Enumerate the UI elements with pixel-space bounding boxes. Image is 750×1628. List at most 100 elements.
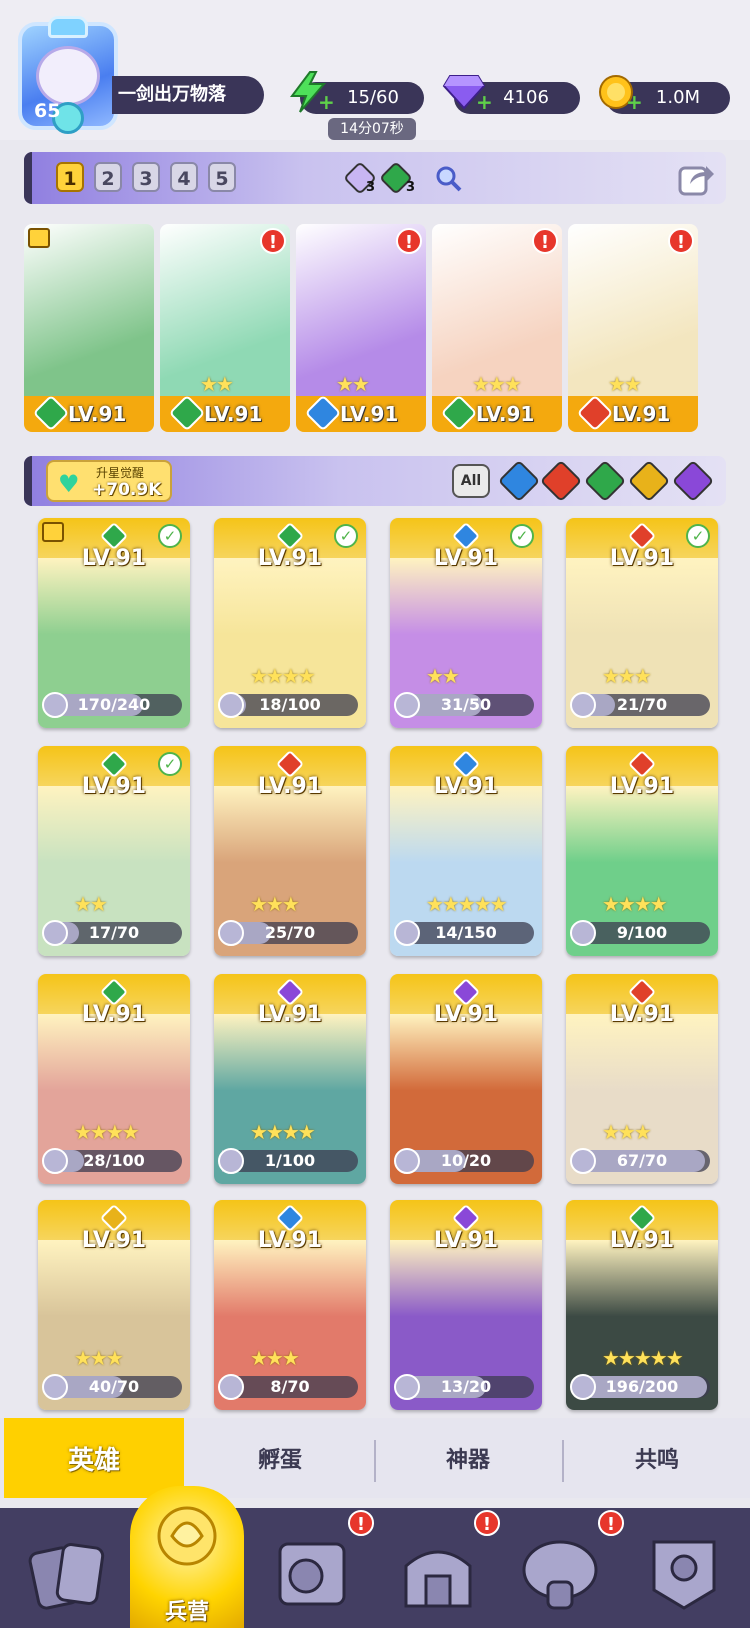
add-energy-icon[interactable]: + <box>318 92 335 112</box>
hero-card[interactable]: ✓ LV.91 ★★★ 21/70 <box>566 518 718 728</box>
check-icon: ✓ <box>334 524 358 548</box>
map-icon[interactable] <box>268 1532 356 1616</box>
hero-level: LV.91 <box>609 1002 675 1027</box>
hero-card[interactable]: ✓ LV.91 ★★ 17/70 <box>38 746 190 956</box>
shard-icon <box>42 1148 68 1174</box>
team-slot-5[interactable]: 5 <box>208 162 236 192</box>
temple-icon[interactable] <box>394 1532 482 1616</box>
player-name[interactable]: 一剑出万物落 <box>112 76 264 114</box>
shard-icon <box>218 920 244 946</box>
check-icon: ✓ <box>686 524 710 548</box>
tab-heroes[interactable]: 英雄 <box>4 1418 184 1498</box>
filter-light-icon[interactable] <box>627 459 671 503</box>
hero-card[interactable]: ✓ LV.91 ★★★★ 18/100 <box>214 518 366 728</box>
star-rating: ★★★ <box>250 892 300 916</box>
star-rating: ★★ <box>74 892 108 916</box>
hero-card[interactable]: LV.91 ★★★★ 28/100 <box>38 974 190 1184</box>
heart-icon: ♥ <box>58 470 80 498</box>
add-coin-icon[interactable]: + <box>626 92 643 112</box>
team-lineup: LV.91 LV.91 ★★! LV.91 ★★! LV.91 ★★★! LV.91 ★★! <box>24 224 724 432</box>
cards-icon[interactable] <box>24 1532 112 1616</box>
mushroom-icon[interactable] <box>516 1532 604 1616</box>
hero-card[interactable]: LV.91 ★★★★★ 14/150 <box>390 746 542 956</box>
star-rating: ★★★★ <box>74 1120 140 1144</box>
star-rating: ★★★★★ <box>426 892 508 916</box>
shard-icon <box>394 1148 420 1174</box>
hero-card[interactable]: ✓ LV.91 170/240 <box>38 518 190 728</box>
hero-card[interactable]: LV.91 10/20 <box>390 974 542 1184</box>
share-icon[interactable] <box>676 158 716 198</box>
hero-level: LV.91 <box>433 546 499 571</box>
filter-nature-icon[interactable] <box>583 459 627 503</box>
team-slot-4[interactable]: 4 <box>170 162 198 192</box>
awakening-button[interactable]: ♥ 升星觉醒 +70.9K <box>46 460 172 502</box>
hero-card[interactable]: LV.91 ★★★ 8/70 <box>214 1200 366 1410</box>
awakening-value: +70.9K <box>92 480 162 500</box>
filter-dark-icon[interactable] <box>671 459 715 503</box>
hero-level: LV.91 <box>257 774 323 799</box>
tab-artifact[interactable]: 神器 <box>376 1418 560 1498</box>
hero-level: LV.91 <box>257 1002 323 1027</box>
guild-banner-icon[interactable] <box>640 1532 728 1616</box>
hero-card[interactable]: LV.91 ★★★★★ 196/200 <box>566 1200 718 1410</box>
add-gem-icon[interactable]: + <box>476 92 493 112</box>
search-icon[interactable] <box>434 164 464 194</box>
hero-level: LV.91 <box>609 1228 675 1253</box>
shard-icon <box>42 1374 68 1400</box>
star-rating: ★★★★★ <box>602 1346 684 1370</box>
lineup-hero-card[interactable]: LV.91 ★★! <box>296 224 426 432</box>
team-slot-2[interactable]: 2 <box>94 162 122 192</box>
hero-card[interactable]: LV.91 ★★★★ 9/100 <box>566 746 718 956</box>
energy-value: 15/60 <box>347 87 399 108</box>
awakening-label: 升星觉醒 <box>96 466 145 480</box>
nav-barracks-label: 兵营 <box>164 1600 209 1625</box>
green-count: 3 <box>406 180 416 195</box>
shard-icon <box>42 692 68 718</box>
nav-barracks[interactable]: 兵营 <box>130 1486 244 1628</box>
team-slot-3[interactable]: 3 <box>132 162 160 192</box>
shard-icon <box>570 692 596 718</box>
shard-icon <box>394 692 420 718</box>
lineup-hero-card[interactable]: LV.91 ★★★! <box>432 224 562 432</box>
alert-badge-icon: ! <box>348 1510 374 1536</box>
top-bar: 65 一剑出万物落 15/60 + 14分07秒 4106 + 1.0M + <box>0 0 750 140</box>
star-rating: ★★★ <box>602 1120 652 1144</box>
lineup-hero-card[interactable]: LV.91 <box>24 224 154 432</box>
star-rating: ★★★★ <box>602 892 668 916</box>
hero-level: LV.91 <box>204 402 263 426</box>
alert-badge-icon: ! <box>532 228 558 254</box>
shard-icon <box>570 1148 596 1174</box>
filter-all-button[interactable]: All <box>452 464 490 498</box>
filter-fire-icon[interactable] <box>539 459 583 503</box>
shard-icon <box>42 920 68 946</box>
avatar-portrait <box>36 46 100 106</box>
alert-badge-icon: ! <box>598 1510 624 1536</box>
lineup-hero-card[interactable]: LV.91 ★★! <box>160 224 290 432</box>
hero-level: LV.91 <box>68 402 127 426</box>
lineup-hero-card[interactable]: LV.91 ★★! <box>568 224 698 432</box>
alert-badge-icon: ! <box>260 228 286 254</box>
tab-resonance[interactable]: 共鸣 <box>564 1418 750 1498</box>
hero-level: LV.91 <box>609 774 675 799</box>
hero-card[interactable]: LV.91 ★★★ 40/70 <box>38 1200 190 1410</box>
alert-badge-icon: ! <box>474 1510 500 1536</box>
hero-level: LV.91 <box>81 1002 147 1027</box>
hero-card[interactable]: LV.91 ★★★ 67/70 <box>566 974 718 1184</box>
main-nav-bar <box>0 1508 750 1628</box>
hero-level: LV.91 <box>257 1228 323 1253</box>
star-rating: ★★ <box>336 372 370 396</box>
bar-edge <box>24 456 32 506</box>
team-selector-bar: 1 2 3 4 5 <box>24 152 726 204</box>
star-rating: ★★★ <box>250 1346 300 1370</box>
hero-card[interactable]: LV.91 13/20 <box>390 1200 542 1410</box>
crown-icon <box>48 16 88 38</box>
team-slot-1[interactable]: 1 <box>56 162 84 192</box>
hero-level: LV.91 <box>433 774 499 799</box>
hero-level: LV.91 <box>340 402 399 426</box>
hero-card[interactable]: LV.91 ★★★ 25/70 <box>214 746 366 956</box>
filter-water-icon[interactable] <box>497 459 541 503</box>
hero-card[interactable]: LV.91 ★★★★ 1/100 <box>214 974 366 1184</box>
tab-hatch[interactable]: 孵蛋 <box>186 1418 374 1498</box>
hero-card[interactable]: ✓ LV.91 ★★ 31/50 <box>390 518 542 728</box>
player-avatar[interactable]: 65 <box>14 16 122 140</box>
